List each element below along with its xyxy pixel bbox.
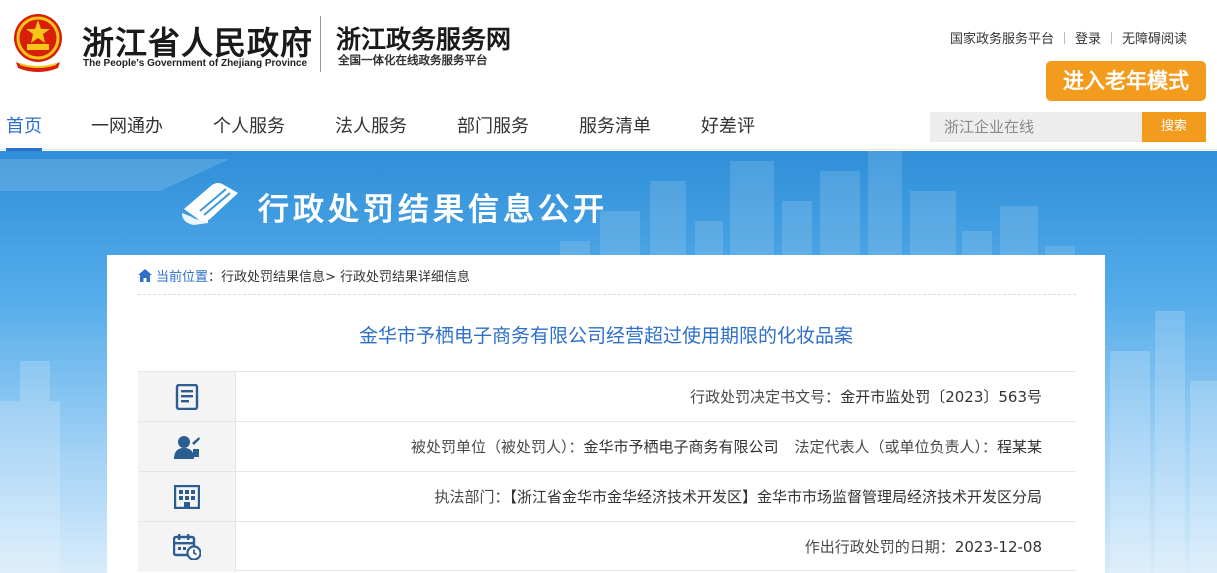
nav-item-departments[interactable]: 部门服务 xyxy=(457,112,529,148)
nav-item-service-list[interactable]: 服务清单 xyxy=(579,112,651,148)
book-icon xyxy=(182,183,238,225)
row-icon-cell xyxy=(138,472,236,522)
info-text: 执法部门：【浙江省金华市金华经济技术开发区】金华市市场监督管理局经济技术开发区分… xyxy=(434,472,1042,522)
building-icon xyxy=(173,485,200,509)
penalized-party-value: 金华市予栖电子商务有限公司 xyxy=(583,438,779,456)
home-icon xyxy=(138,269,152,282)
enforcement-dept-value: 【浙江省金华市金华经济技术开发区】金华市市场监督管理局经济技术开发区分局 xyxy=(509,488,1042,506)
service-subtitle: 全国一体化在线政务服务平台 xyxy=(338,53,488,67)
row-icon-cell xyxy=(138,372,236,422)
row-icon-cell xyxy=(138,522,236,572)
service-title[interactable]: 浙江政务服务网 xyxy=(336,20,511,56)
site-header: 浙江省人民政府 The People's Government of Zheji… xyxy=(0,0,1217,100)
case-info-row: 被处罚单位（被处罚人）：金华市予栖电子商务有限公司 法定代表人（或单位负责人）：程… xyxy=(138,421,1076,472)
top-links: 国家政务服务平台 登录 无障碍阅读 xyxy=(950,28,1187,47)
login-link[interactable]: 登录 xyxy=(1075,28,1101,47)
legal-rep-label: 法定代表人（或单位负责人）： xyxy=(794,438,997,456)
breadcrumb-colon: ： xyxy=(208,270,222,285)
header-divider xyxy=(320,16,321,72)
case-info-table: 行政处罚决定书文号：金开市监处罚〔2023〕563号 被处罚单位（被处罚人）：金… xyxy=(138,371,1076,572)
accessibility-link[interactable]: 无障碍阅读 xyxy=(1122,28,1187,47)
search-input[interactable]: 浙江企业在线 xyxy=(930,112,1142,142)
case-title: 金华市予栖电子商务有限公司经营超过使用期限的化妆品案 xyxy=(358,325,853,347)
info-text: 行政处罚决定书文号：金开市监处罚〔2023〕563号 xyxy=(690,372,1042,422)
link-separator xyxy=(1110,31,1112,44)
case-info-row: 执法部门：【浙江省金华市金华经济技术开发区】金华市市场监督管理局经济技术开发区分… xyxy=(138,471,1076,522)
nav-item-one-stop[interactable]: 一网通办 xyxy=(91,112,163,148)
elder-mode-button[interactable]: 进入老年模式 xyxy=(1046,61,1206,101)
penalized-party-label: 被处罚单位（被处罚人）： xyxy=(410,438,584,456)
gov-subtitle: The People's Government of Zhejiang Prov… xyxy=(83,58,308,69)
case-info-row: 行政处罚决定书文号：金开市监处罚〔2023〕563号 xyxy=(138,371,1076,422)
nav-item-personal[interactable]: 个人服务 xyxy=(213,112,285,148)
nav-item-home[interactable]: 首页 xyxy=(6,112,42,151)
national-platform-link[interactable]: 国家政务服务平台 xyxy=(950,28,1054,47)
breadcrumb-item[interactable]: 行政处罚结果信息> xyxy=(221,266,336,285)
breadcrumb-item[interactable]: 行政处罚结果详细信息 xyxy=(340,266,470,285)
national-emblem-icon xyxy=(14,14,62,72)
person-icon xyxy=(173,436,200,459)
case-info-row: 作出行政处罚的日期：2023-12-08 xyxy=(138,521,1076,572)
breadcrumb-divider xyxy=(138,294,1076,295)
decision-number-label: 行政处罚决定书文号： xyxy=(690,388,841,406)
nav-item-corporate[interactable]: 法人服务 xyxy=(335,112,407,148)
decision-number-value: 金开市监处罚〔2023〕563号 xyxy=(840,388,1042,406)
penalty-date-label: 作出行政处罚的日期： xyxy=(804,538,955,556)
info-text: 作出行政处罚的日期：2023-12-08 xyxy=(805,522,1042,572)
row-icon-cell xyxy=(138,422,236,472)
penalty-date-value: 2023-12-08 xyxy=(954,538,1042,556)
enforcement-dept-label: 执法部门： xyxy=(434,488,510,506)
breadcrumb: 当前位置 ： 行政处罚结果信息> 行政处罚结果详细信息 xyxy=(138,266,470,285)
breadcrumb-current-label: 当前位置 xyxy=(156,270,209,285)
calendar-clock-icon xyxy=(172,534,201,560)
document-list-icon xyxy=(175,384,198,410)
info-text: 被处罚单位（被处罚人）：金华市予栖电子商务有限公司 法定代表人（或单位负责人）：程… xyxy=(411,422,1042,472)
nav-item-ratings[interactable]: 好差评 xyxy=(701,112,755,148)
link-separator xyxy=(1063,31,1065,44)
banner-title: 行政处罚结果信息公开 xyxy=(258,192,608,228)
search-button[interactable]: 搜索 xyxy=(1142,112,1206,142)
legal-rep-value: 程某某 xyxy=(996,438,1042,456)
